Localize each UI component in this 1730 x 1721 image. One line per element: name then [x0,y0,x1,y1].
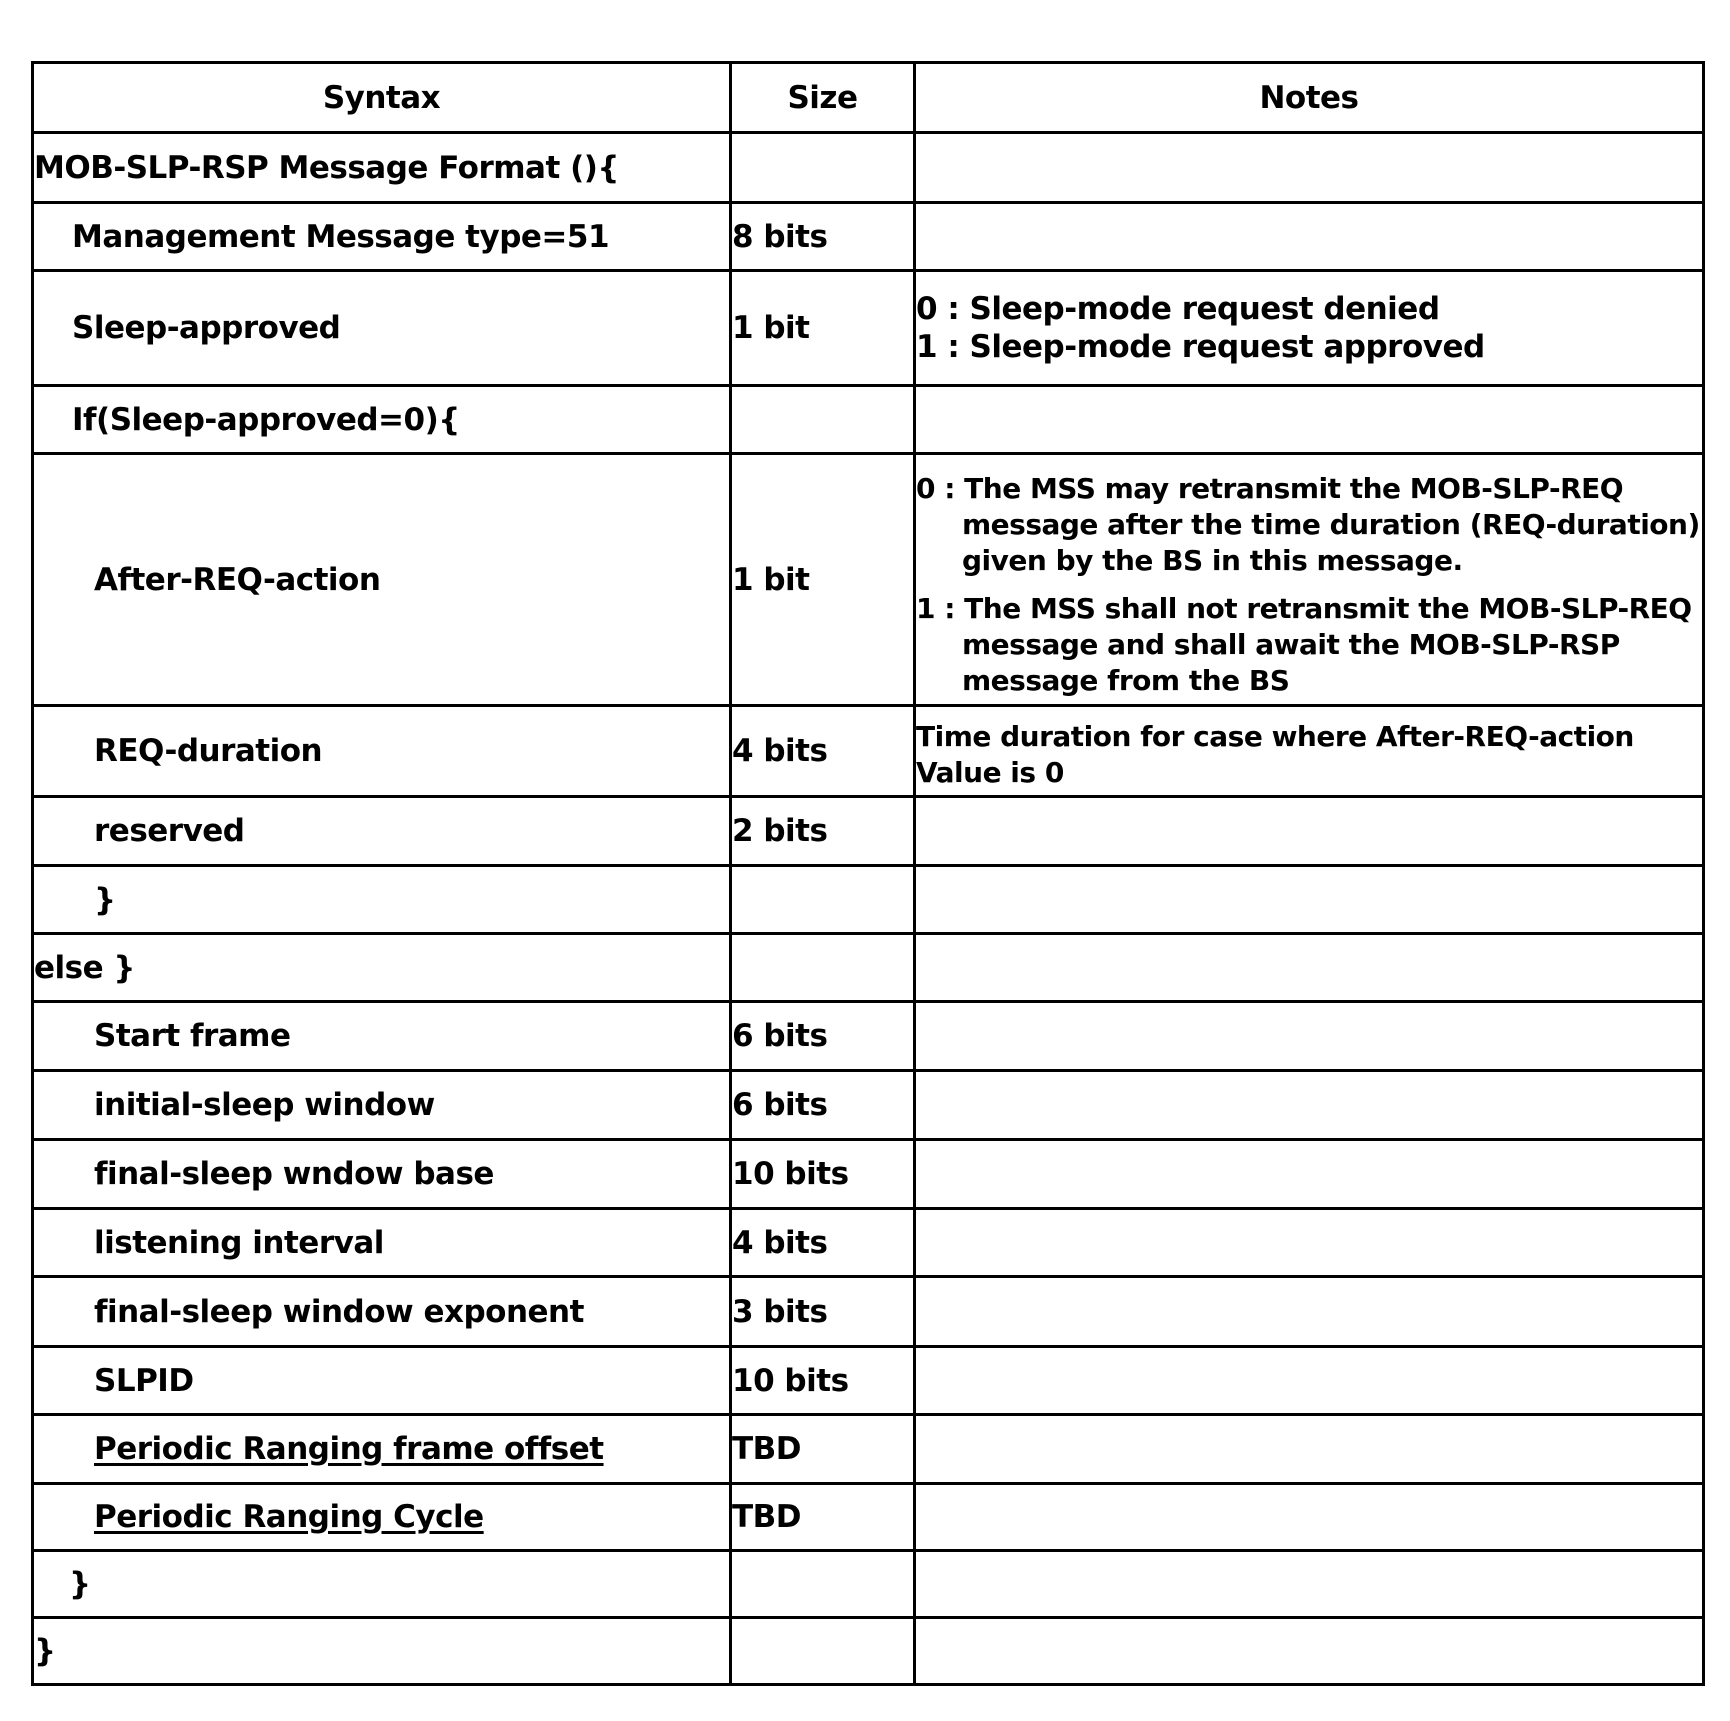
syntax-cell: If(Sleep-approved=0){ [31,384,732,455]
size-cell: 1 bit [729,269,916,387]
header-syntax: Syntax [31,61,732,134]
table-row: Periodic Ranging Cycle TBD [31,1482,1705,1552]
size-cell [729,932,916,1003]
size-cell [729,864,916,935]
table-row: initial-sleep window 6 bits [31,1069,1705,1141]
syntax-cell: After-REQ-action [31,452,732,707]
notes-cell [913,1275,1705,1348]
size-cell: 1 bit [729,452,916,707]
notes-cell: 0 : Sleep-mode request denied 1 : Sleep-… [913,269,1705,387]
table-row: MOB-SLP-RSP Message Format (){ [31,131,1705,204]
syntax-cell: SLPID [31,1345,732,1416]
table-row: REQ-duration 4 bits Time duration for ca… [31,704,1705,798]
table-row: final-sleep wndow base 10 bits [31,1138,1705,1210]
table-row: } [31,864,1705,935]
syntax-cell: initial-sleep window [31,1069,732,1141]
table-row: Sleep-approved 1 bit 0 : Sleep-mode requ… [31,269,1705,387]
notes-cell [913,1138,1705,1210]
note-line: 1 : Sleep-mode request approved [916,329,1485,365]
size-cell: 4 bits [729,704,916,798]
syntax-cell: } [31,1616,732,1686]
header-notes: Notes [913,61,1705,134]
size-cell: TBD [729,1482,916,1552]
notes-cell: Time duration for case where After-REQ-a… [913,704,1705,798]
table-row: reserved 2 bits [31,795,1705,867]
syntax-cell: } [31,864,732,935]
table-row: Start frame 6 bits [31,1000,1705,1072]
header-size: Size [729,61,916,134]
note-line: 0 : The MSS may retransmit the MOB-SLP-R… [916,471,1700,577]
table-row: } [31,1616,1705,1686]
size-cell [729,1616,916,1686]
notes-cell: 0 : The MSS may retransmit the MOB-SLP-R… [913,452,1705,707]
notes-cell [913,1000,1705,1072]
syntax-text: Periodic Ranging Cycle [94,1499,484,1535]
notes-cell [913,1549,1705,1619]
note-line: 1 : The MSS shall not retransmit the MOB… [916,591,1692,697]
syntax-cell: REQ-duration [31,704,732,798]
syntax-cell: Management Message type=51 [31,201,732,272]
syntax-cell: Start frame [31,1000,732,1072]
syntax-cell: final-sleep wndow base [31,1138,732,1210]
syntax-cell: else } [31,932,732,1003]
size-cell: 2 bits [729,795,916,867]
notes-cell [913,864,1705,935]
syntax-cell: MOB-SLP-RSP Message Format (){ [31,131,732,204]
table-row: If(Sleep-approved=0){ [31,384,1705,455]
syntax-cell: } [31,1549,732,1619]
table-row: listening interval 4 bits [31,1207,1705,1278]
notes-cell [913,1413,1705,1485]
notes-cell [913,201,1705,272]
notes-cell [913,384,1705,455]
size-cell [729,384,916,455]
size-cell: 10 bits [729,1138,916,1210]
size-cell: 3 bits [729,1275,916,1348]
notes-cell [913,1616,1705,1686]
table-row: Management Message type=51 8 bits [31,201,1705,272]
notes-cell [913,1207,1705,1278]
syntax-cell: Periodic Ranging frame offset [31,1413,732,1485]
header-row: Syntax Size Notes [31,61,1705,134]
table-row: final-sleep window exponent 3 bits [31,1275,1705,1348]
size-cell: 10 bits [729,1345,916,1416]
size-cell [729,1549,916,1619]
size-cell: 8 bits [729,201,916,272]
syntax-text: Periodic Ranging frame offset [94,1431,604,1467]
message-format-table: Syntax Size Notes MOB-SLP-RSP Message Fo… [31,61,1705,1686]
notes-cell [913,1069,1705,1141]
size-cell: 4 bits [729,1207,916,1278]
notes-cell [913,1345,1705,1416]
notes-cell [913,932,1705,1003]
table-row: } [31,1549,1705,1619]
table-row: SLPID 10 bits [31,1345,1705,1416]
syntax-cell: final-sleep window exponent [31,1275,732,1348]
syntax-cell: Periodic Ranging Cycle [31,1482,732,1552]
notes-cell [913,131,1705,204]
table-row: Periodic Ranging frame offset TBD [31,1413,1705,1485]
table-row: else } [31,932,1705,1003]
syntax-cell: reserved [31,795,732,867]
notes-cell [913,1482,1705,1552]
size-cell [729,131,916,204]
notes-cell [913,795,1705,867]
size-cell: TBD [729,1413,916,1485]
note-line: 0 : Sleep-mode request denied [916,291,1440,327]
syntax-cell: listening interval [31,1207,732,1278]
table-row: After-REQ-action 1 bit 0 : The MSS may r… [31,452,1705,707]
size-cell: 6 bits [729,1069,916,1141]
syntax-cell: Sleep-approved [31,269,732,387]
size-cell: 6 bits [729,1000,916,1072]
